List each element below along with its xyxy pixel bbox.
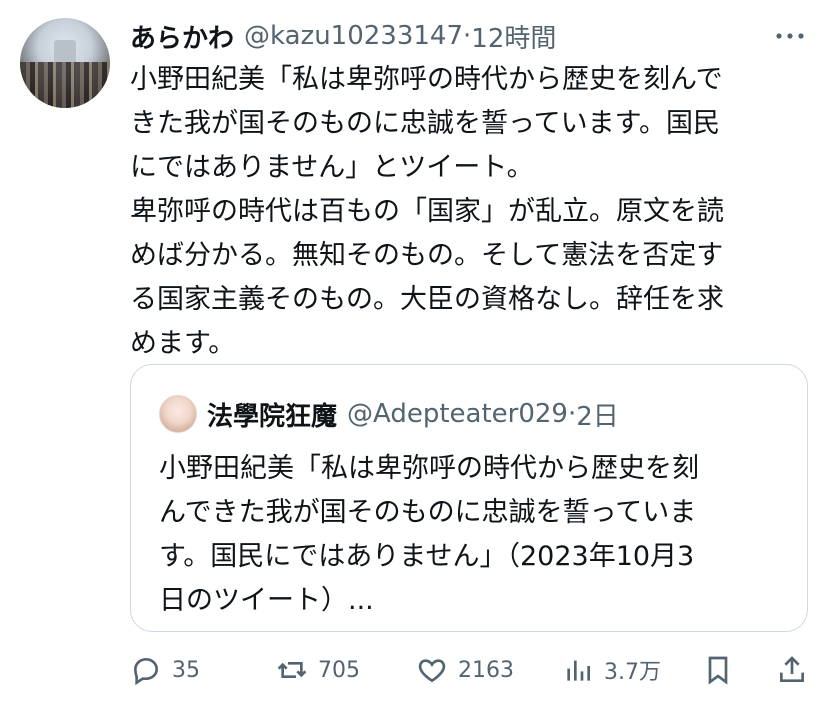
avatar-crowd	[20, 62, 110, 108]
more-icon[interactable]	[774, 20, 806, 52]
action-bar: 35 705 2163 3.7万	[130, 648, 810, 692]
quote-author-handle: @Adepteater029	[347, 399, 568, 429]
author-handle[interactable]: @kazu10233147	[244, 21, 463, 51]
retweet-count: 705	[318, 657, 360, 683]
author-avatar[interactable]	[20, 18, 110, 108]
quote-time: 2日	[576, 401, 619, 432]
quote-text: 小野田紀美「私は卑弥呼の時代から歴史を刻 んできた我が国そのものに忠誠を誓ってい…	[159, 453, 699, 616]
like-count: 2163	[458, 657, 514, 683]
views-icon	[567, 660, 590, 681]
like-button[interactable]: 2163	[416, 648, 514, 692]
quote-separator: ·	[567, 399, 577, 429]
views-count: 3.7万	[604, 660, 661, 685]
retweet-icon	[277, 662, 307, 678]
quote-author-name: 法學院狂魔	[207, 401, 338, 432]
bookmark-icon	[708, 656, 728, 685]
tweet-time[interactable]: 12時間	[471, 18, 556, 55]
quote-header: 法學院狂魔 @Adepteater029 · 2日	[207, 395, 619, 433]
bookmark-button[interactable]	[702, 648, 734, 692]
retweet-button[interactable]: 705	[276, 648, 360, 692]
avatar-building	[54, 40, 76, 62]
quote-author-avatar[interactable]	[159, 395, 197, 433]
share-button[interactable]	[776, 648, 808, 692]
author-name[interactable]: あらかわ	[130, 18, 234, 55]
reply-count: 35	[172, 657, 200, 683]
header-separator: ·	[463, 21, 472, 51]
reply-button[interactable]: 35	[130, 648, 200, 692]
reply-icon	[133, 657, 159, 686]
tweet-header: あらかわ @kazu10233147 · 12時間	[130, 18, 808, 54]
share-icon	[780, 656, 804, 682]
views-button[interactable]: 3.7万	[562, 648, 661, 692]
heart-icon	[418, 659, 446, 683]
quoted-tweet[interactable]: 法學院狂魔 @Adepteater029 · 2日 小野田紀美「私は卑弥呼の時代…	[130, 364, 808, 632]
tweet-text: 小野田紀美「私は卑弥呼の時代から歴史を刻んで きた我が国そのものに忠誠を誓ってい…	[130, 64, 724, 359]
